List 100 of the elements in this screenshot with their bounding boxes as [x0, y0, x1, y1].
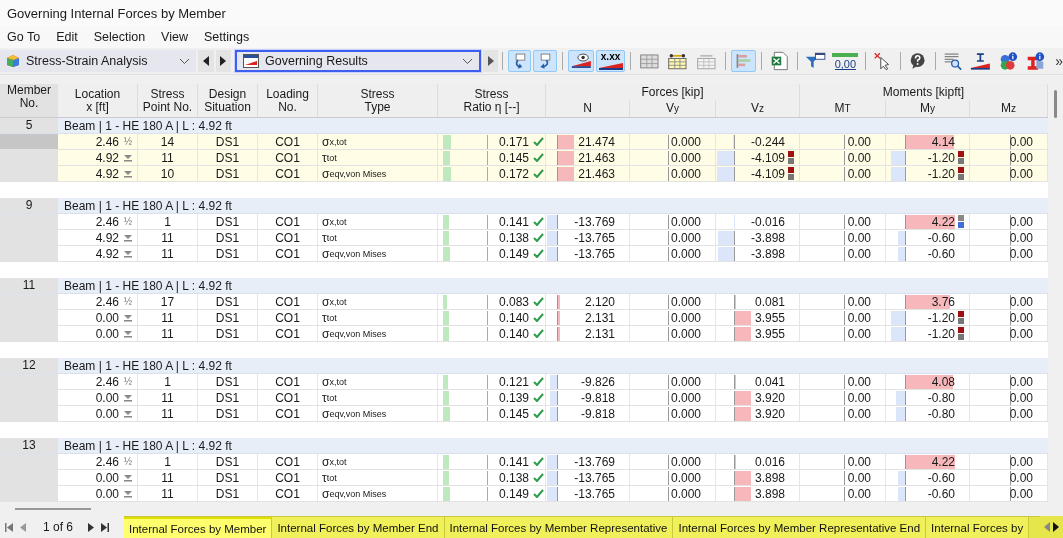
- last-page-button[interactable]: [99, 522, 112, 532]
- force-value: 4.22: [931, 214, 955, 229]
- sheet-tab[interactable]: Internal Forces by: [926, 517, 1030, 538]
- member-number: 9: [0, 198, 58, 213]
- force-value: 0.000: [670, 166, 701, 181]
- fraction-marker: ½: [122, 374, 134, 389]
- force-value: 3.898: [754, 486, 785, 501]
- force-value: 0.000: [670, 470, 701, 485]
- location-value: 2.46: [95, 374, 119, 389]
- ratio-value: 0.149: [497, 486, 530, 501]
- value-labels-button[interactable]: x.xx: [596, 50, 625, 72]
- loading-number: CO1: [258, 134, 318, 149]
- ratio-value: 0.141: [497, 454, 530, 469]
- value-bar: [558, 166, 574, 181]
- column-header: Member No.: [0, 84, 58, 117]
- stress-point: 11: [138, 406, 198, 421]
- force-value: -0.80: [927, 406, 955, 421]
- force-value: 0.000: [670, 134, 701, 149]
- force-value: 0.00: [1009, 390, 1033, 405]
- menu-item[interactable]: Go To: [0, 30, 50, 44]
- decimal-places-button[interactable]: 0,00: [831, 50, 860, 72]
- first-page-button[interactable]: [3, 522, 15, 532]
- ratio-value: 0.141: [497, 214, 530, 229]
- loading-number: CO1: [258, 150, 318, 165]
- stress-point: 11: [138, 390, 198, 405]
- force-value: 0.00: [1009, 246, 1033, 261]
- show-diagram-button[interactable]: [567, 50, 595, 72]
- horizontal-scrollbar[interactable]: [15, 508, 91, 510]
- ratio-bar: [443, 134, 488, 149]
- force-value: 0.000: [670, 454, 701, 469]
- force-value: -13.765: [574, 470, 615, 485]
- force-value: 0.00: [847, 134, 871, 149]
- design-situation: DS1: [198, 454, 258, 469]
- force-value: 0.00: [847, 246, 871, 261]
- design-situation: DS1: [198, 310, 258, 325]
- right-arrow-icon: [220, 56, 227, 66]
- left-arrow-icon: [202, 56, 209, 66]
- force-value: -1.20: [927, 326, 955, 341]
- force-value: 0.00: [1009, 294, 1033, 309]
- ratio-bar: [443, 406, 488, 421]
- sheet-tab[interactable]: Internal Forces by Member: [124, 517, 273, 538]
- force-value: 0.00: [847, 390, 871, 405]
- force-value: -13.765: [574, 230, 615, 245]
- force-value: 4.22: [931, 454, 955, 469]
- previous-button[interactable]: [197, 50, 214, 72]
- next-button[interactable]: [482, 50, 499, 72]
- end-point-icon: [121, 152, 135, 163]
- menu-item[interactable]: Selection: [86, 30, 155, 44]
- scroll-right-button[interactable]: [1053, 522, 1059, 532]
- force-value: 0.000: [670, 310, 701, 325]
- table-icon: [243, 54, 260, 68]
- ratio-bar: [443, 230, 488, 245]
- results-dropdown[interactable]: Governing Results: [235, 50, 481, 72]
- ratio-value: 0.139: [497, 390, 530, 405]
- menu-item[interactable]: View: [154, 30, 197, 44]
- chevron-down-icon: [461, 57, 473, 65]
- search-list-icon: [943, 50, 963, 72]
- location-value: 0.00: [95, 310, 119, 325]
- force-value: 2.131: [584, 326, 615, 341]
- overflow-chevron[interactable]: »: [1055, 53, 1063, 69]
- loading-number: CO1: [258, 470, 318, 485]
- sheet-tab[interactable]: Internal Forces by Member Representative: [444, 517, 674, 538]
- color-info-icon: [999, 50, 1019, 72]
- force-value: 0.00: [847, 454, 871, 469]
- force-value: 21.463: [578, 150, 615, 165]
- ratio-value: 0.145: [497, 406, 530, 421]
- location-value: 2.46: [95, 454, 119, 469]
- previous-page-button[interactable]: [18, 522, 28, 532]
- redo-button[interactable]: [533, 50, 557, 72]
- force-value: 0.000: [670, 150, 701, 165]
- ratio-value: 0.121: [497, 374, 530, 389]
- page-indicator: 1 of 6: [43, 520, 74, 534]
- loading-number: CO1: [258, 454, 318, 469]
- spreadsheet-export-icon: [769, 50, 789, 72]
- stress-point: 17: [138, 294, 198, 309]
- next-page-button[interactable]: [86, 522, 97, 532]
- end-point-icon: [121, 328, 135, 339]
- force-value: 0.000: [670, 390, 701, 405]
- ratio-bar: [443, 374, 488, 389]
- undo-button[interactable]: [508, 50, 532, 72]
- menu-item[interactable]: Edit: [49, 30, 87, 44]
- column-header: Stress Point No.: [138, 84, 198, 117]
- value-bar: [735, 486, 752, 501]
- bar-chart-button[interactable]: [730, 50, 756, 72]
- sheet-tab[interactable]: Internal Forces by Member Representative End: [673, 517, 927, 538]
- module-dropdown[interactable]: Stress-Strain Analysis: [0, 50, 196, 72]
- end-point-icon: [121, 312, 135, 323]
- location-value: 2.46: [95, 294, 119, 309]
- value-bar: [546, 230, 557, 245]
- location-value: 0.00: [95, 326, 119, 341]
- help-icon: [909, 51, 927, 71]
- member-description: Beam | 1 - HE 180 A | L : 4.92 ft: [63, 198, 233, 213]
- sheet-tab[interactable]: Internal Forces by Member End: [272, 517, 445, 538]
- force-value: -3.898: [750, 246, 785, 261]
- force-value: 0.00: [1009, 310, 1033, 325]
- ratio-value: 0.145: [497, 150, 530, 165]
- force-value: 3.955: [754, 310, 785, 325]
- force-value: 3.920: [754, 406, 785, 421]
- menu-item[interactable]: Settings: [197, 30, 259, 44]
- next-button[interactable]: [215, 50, 232, 72]
